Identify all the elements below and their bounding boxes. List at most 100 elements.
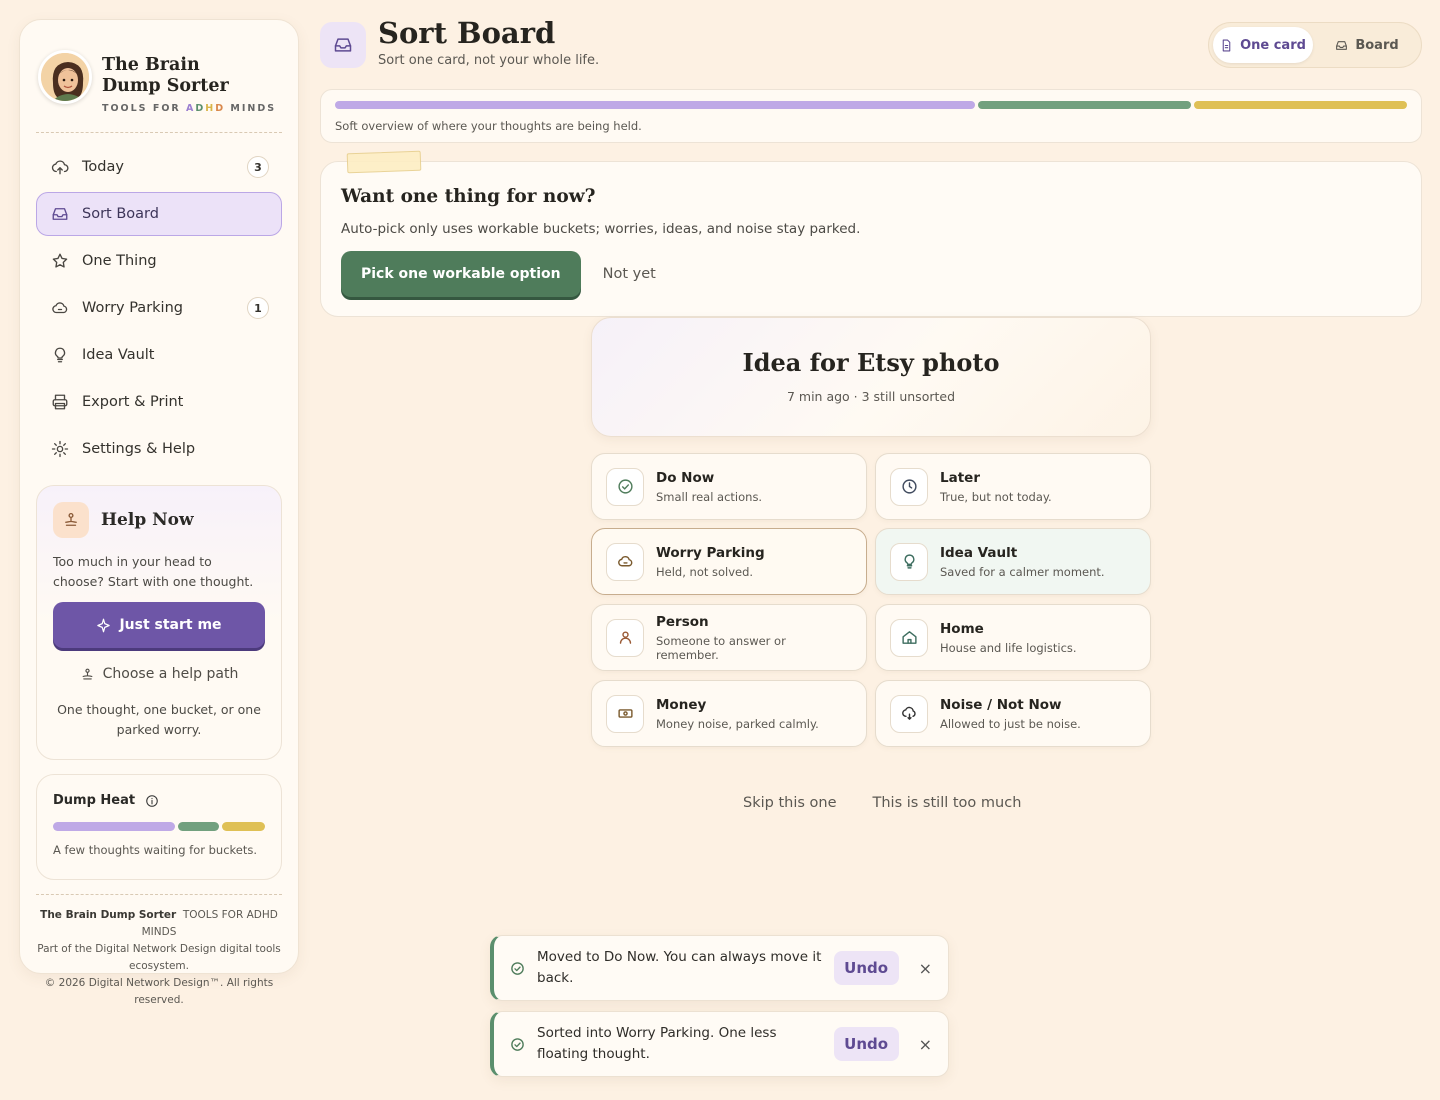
- breathing-person-icon: [53, 502, 89, 538]
- close-icon[interactable]: ×: [919, 1035, 932, 1054]
- document-icon: [1220, 39, 1233, 52]
- help-now-footer: One thought, one bucket, or one parked w…: [57, 702, 261, 737]
- sidebar-item-idea-vault[interactable]: Idea Vault: [36, 333, 282, 377]
- bucket-do-now[interactable]: Do Now Small real actions.: [591, 453, 867, 520]
- bucket-worry-parking[interactable]: Worry Parking Held, not solved.: [591, 528, 867, 595]
- inbox-icon: [1335, 39, 1348, 52]
- person-icon: [606, 618, 644, 657]
- just-start-me-label: Just start me: [119, 617, 222, 633]
- brand[interactable]: The Brain Dump Sorter TOOLS FOR ADHD MIN…: [36, 36, 282, 126]
- bucket-name: Later: [940, 469, 980, 486]
- bucket-desc: Saved for a calmer moment.: [940, 564, 1105, 579]
- one-thing-title: Want one thing for now?: [341, 186, 596, 207]
- page-subtitle: Sort one card, not your whole life.: [378, 53, 600, 68]
- sidebar-item-label: Settings & Help: [82, 441, 196, 457]
- bucket-name: Idea Vault: [940, 544, 1018, 561]
- avatar: [38, 50, 92, 104]
- help-now-title: Help Now: [101, 510, 194, 530]
- skip-actions: Skip this one This is still too much: [743, 795, 1021, 811]
- skip-this-one-button[interactable]: Skip this one: [743, 795, 837, 811]
- bucket-name: Do Now: [656, 469, 715, 486]
- not-yet-button[interactable]: Not yet: [603, 266, 656, 282]
- star-icon: [51, 252, 69, 270]
- board-view-button[interactable]: Board: [1317, 27, 1417, 63]
- one-thing-card: Want one thing for now? Auto-pick only u…: [320, 161, 1422, 317]
- sidebar-item-label: Export & Print: [82, 394, 184, 410]
- overview-segment: [1193, 101, 1407, 109]
- one-card-label: One card: [1240, 37, 1306, 53]
- sidebar-item-label: One Thing: [82, 253, 157, 269]
- dump-heat-title: Dump Heat: [53, 793, 136, 808]
- sidebar-nav: Today 3 Sort Board One Thing Worry Parki…: [36, 145, 282, 471]
- banknote-icon: [606, 694, 644, 733]
- pick-workable-option-button[interactable]: Pick one workable option: [341, 251, 581, 297]
- bucket-money[interactable]: Money Money noise, parked calmly.: [591, 680, 867, 747]
- count-badge: 3: [247, 156, 269, 178]
- just-start-me-button[interactable]: Just start me: [53, 602, 265, 648]
- home-icon: [890, 618, 928, 657]
- brand-tagline: TOOLS FOR ADHD MINDS: [102, 102, 277, 114]
- sidebar-item-worry-parking[interactable]: Worry Parking 1: [36, 286, 282, 330]
- bucket-desc: House and life logistics.: [940, 640, 1077, 655]
- sidebar: The Brain Dump Sorter TOOLS FOR ADHD MIN…: [19, 19, 299, 1006]
- sidebar-item-settings-help[interactable]: Settings & Help: [36, 427, 282, 471]
- overview-segment: [335, 101, 975, 109]
- sidebar-item-today[interactable]: Today 3: [36, 145, 282, 189]
- tape-decoration: [346, 150, 422, 174]
- overview-segment: [977, 101, 1191, 109]
- cloud-upload-icon: [51, 158, 69, 176]
- bucket-name: Home: [940, 620, 984, 637]
- sidebar-item-label: Idea Vault: [82, 347, 155, 363]
- bucket-idea-vault[interactable]: Idea Vault Saved for a calmer moment.: [875, 528, 1151, 595]
- choose-help-path-link[interactable]: Choose a help path: [53, 666, 265, 682]
- bucket-person[interactable]: Person Someone to answer or remember.: [591, 604, 867, 671]
- dump-heat-segment: [53, 822, 175, 831]
- bucket-name: Person: [656, 613, 709, 630]
- thought-title: Idea for Etsy photo: [742, 348, 1000, 377]
- bucket-desc: Allowed to just be noise.: [940, 716, 1081, 731]
- brand-title-line2: Dump Sorter: [102, 75, 229, 96]
- board-label: Board: [1355, 37, 1399, 53]
- one-thing-text: Auto-pick only uses workable buckets; wo…: [341, 221, 861, 237]
- toast-message: Moved to Do Now. You can always move it …: [537, 949, 822, 986]
- help-now-card: Help Now Too much in your head to choose…: [36, 485, 282, 760]
- check-circle-icon: [510, 961, 525, 976]
- check-circle-icon: [606, 467, 644, 506]
- dump-heat-card: Dump Heat A few thoughts waiting for buc…: [36, 774, 282, 880]
- sidebar-item-one-thing[interactable]: One Thing: [36, 239, 282, 283]
- bucket-later[interactable]: Later True, but not today.: [875, 453, 1151, 520]
- thought-overview: Soft overview of where your thoughts are…: [320, 89, 1422, 143]
- printer-icon: [51, 393, 69, 411]
- toast-message: Sorted into Worry Parking. One less floa…: [537, 1025, 777, 1062]
- lightbulb-icon: [51, 346, 69, 364]
- sidebar-item-sort-board[interactable]: Sort Board: [36, 192, 282, 236]
- footer-ecosystem: Part of the Digital Network Design digit…: [37, 943, 281, 972]
- thought-meta: 7 min ago · 3 still unsorted: [786, 389, 956, 404]
- still-too-much-button[interactable]: This is still too much: [873, 795, 1022, 811]
- sidebar-item-label: Today: [82, 159, 124, 175]
- info-icon[interactable]: [145, 794, 159, 808]
- choose-help-path-label: Choose a help path: [102, 666, 239, 682]
- toast-notification: Moved to Do Now. You can always move it …: [490, 935, 949, 1001]
- dump-heat-text: A few thoughts waiting for buckets.: [53, 843, 258, 857]
- overview-text: Soft overview of where your thoughts are…: [335, 119, 642, 133]
- cloud-icon: [51, 299, 69, 317]
- sidebar-divider: [36, 132, 282, 133]
- sun-gear-icon: [51, 440, 69, 458]
- breathing-person-icon: [80, 667, 95, 682]
- bucket-noise-not-now[interactable]: Noise / Not Now Allowed to just be noise.: [875, 680, 1151, 747]
- undo-button[interactable]: Undo: [833, 951, 899, 985]
- bucket-desc: True, but not today.: [940, 489, 1052, 504]
- bucket-desc: Someone to answer or remember.: [656, 633, 786, 662]
- sidebar-item-export-print[interactable]: Export & Print: [36, 380, 282, 424]
- bucket-name: Worry Parking: [656, 544, 765, 561]
- close-icon[interactable]: ×: [919, 959, 932, 978]
- undo-button[interactable]: Undo: [833, 1027, 899, 1061]
- one-card-view-button[interactable]: One card: [1213, 27, 1313, 63]
- help-now-text: Too much in your head to choose? Start w…: [53, 554, 254, 589]
- clock-icon: [890, 467, 928, 506]
- bucket-home[interactable]: Home House and life logistics.: [875, 604, 1151, 671]
- sidebar-footer: The Brain Dump Sorter TOOLS FOR ADHD MIN…: [36, 894, 282, 1009]
- inbox-icon: [51, 205, 69, 223]
- dump-heat-bar: [53, 822, 265, 831]
